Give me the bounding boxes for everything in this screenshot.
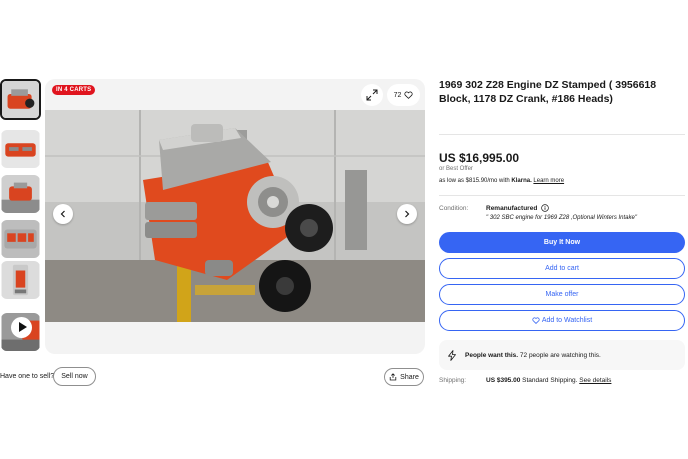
add-to-cart-button[interactable]: Add to cart: [439, 258, 685, 279]
chevron-left-icon: [60, 210, 65, 218]
play-icon: [11, 317, 32, 338]
lightning-icon: [448, 349, 456, 361]
shipping-label: Shipping:: [439, 377, 467, 384]
main-product-image[interactable]: [45, 110, 425, 322]
thumbnail-5[interactable]: [1, 261, 40, 299]
watch-count-button[interactable]: 72: [387, 84, 420, 106]
image-gallery: IN 4 CARTS 72: [45, 79, 425, 354]
thumbnail-video[interactable]: [1, 313, 40, 351]
buy-it-now-button[interactable]: Buy It Now: [439, 232, 685, 253]
chevron-right-icon: [405, 210, 410, 218]
social-proof-detail: 72 people are watching this.: [519, 351, 601, 359]
learn-more-link[interactable]: Learn more: [533, 178, 564, 184]
thumbnail-3-image: [1, 175, 40, 213]
make-offer-button[interactable]: Make offer: [439, 284, 685, 305]
see-details-link[interactable]: See details: [579, 377, 611, 384]
expand-icon: [366, 89, 378, 101]
previous-image-button[interactable]: [53, 204, 73, 224]
in-carts-badge: IN 4 CARTS: [52, 85, 96, 95]
thumbnail-2[interactable]: [1, 130, 40, 168]
condition-text: Remanufactured: [486, 204, 538, 212]
klarna-financing: as low as $815.90/mo with Klarna. Learn …: [439, 178, 564, 184]
expand-button[interactable]: [361, 84, 383, 106]
listing-details: 1969 302 Z28 Engine DZ Stamped ( 3956618…: [439, 78, 685, 384]
condition-description: " 302 SBC engine for 1969 Z28 ,Optional …: [486, 215, 637, 221]
thumbnail-4[interactable]: [1, 220, 40, 258]
best-offer-text: or Best Offer: [439, 166, 473, 172]
sell-now-button[interactable]: Sell now: [53, 367, 96, 386]
thumbnail-4-image: [1, 220, 40, 258]
title-divider: [439, 134, 685, 135]
thumbnail-5-image: [1, 261, 40, 299]
thumbnail-3[interactable]: [1, 175, 40, 213]
klarna-prefix: as low as $815.90/mo with: [439, 178, 510, 184]
condition-label: Condition:: [439, 205, 469, 212]
social-proof-bold: People want this.: [465, 351, 519, 359]
shipping-value: US $395.00 Standard Shipping. See detail…: [486, 377, 611, 384]
share-button[interactable]: Share: [384, 368, 424, 386]
social-proof-banner: People want this. 72 people are watching…: [439, 340, 685, 370]
share-label: Share: [400, 373, 419, 381]
heart-icon: [404, 91, 413, 99]
next-image-button[interactable]: [397, 204, 417, 224]
thumbnail-1[interactable]: [0, 79, 41, 120]
condition-value: Remanufactured: [486, 204, 550, 212]
thumbnail-1-image: [2, 81, 39, 118]
price: US $16,995.00: [439, 151, 520, 165]
heart-icon: [532, 317, 540, 324]
have-one-to-sell-text: Have one to sell?: [0, 373, 55, 380]
social-proof-text: People want this. 72 people are watching…: [465, 352, 601, 359]
shipping-method: Standard Shipping.: [522, 377, 578, 384]
price-divider: [439, 195, 685, 196]
info-icon[interactable]: [541, 204, 550, 212]
shipping-price: US $395.00: [486, 377, 521, 384]
klarna-logo: Klarna.: [511, 178, 532, 184]
watch-count: 72: [393, 91, 402, 99]
listing-title: 1969 302 Z28 Engine DZ Stamped ( 3956618…: [439, 79, 657, 105]
watchlist-label: Add to Watchlist: [541, 317, 593, 324]
thumbnail-2-image: [1, 130, 40, 168]
add-to-watchlist-button[interactable]: Add to Watchlist: [439, 310, 685, 331]
engine-photo: [45, 110, 425, 322]
share-icon: [389, 373, 397, 381]
